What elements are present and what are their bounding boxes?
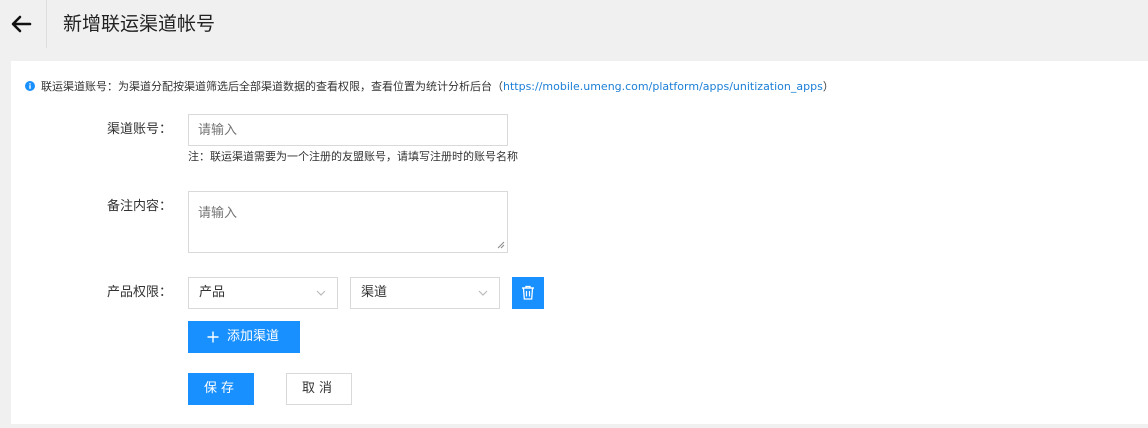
header-divider [46,0,47,48]
resize-handle-icon[interactable] [497,241,505,249]
chevron-down-icon [316,290,326,296]
back-button[interactable] [8,10,36,38]
channel-select-value: 渠道 [361,285,388,300]
add-channel-label: 添加渠道 [227,329,280,344]
account-hint: 注：联运渠道需要为一个注册的友盟账号，请填写注册时的账号名称 [188,150,518,163]
product-select[interactable]: 产品 [188,277,338,309]
notice-link[interactable]: https://mobile.umeng.com/platform/apps/u… [503,80,823,93]
plus-icon [207,331,219,343]
add-channel-button[interactable]: 添加渠道 [188,321,300,353]
permission-label: 产品权限： [106,285,172,300]
cancel-button[interactable]: 取消 [286,373,352,405]
channel-select[interactable]: 渠道 [350,277,500,309]
remark-label: 备注内容： [106,199,172,214]
trash-icon [522,285,534,300]
delete-permission-button[interactable] [512,277,544,309]
page-header: 新增联运渠道帐号 [0,0,1148,50]
form-card [11,61,1148,424]
chevron-down-icon [478,290,488,296]
info-icon [25,81,35,91]
product-select-value: 产品 [199,285,226,300]
notice-text: 联运渠道账号：为渠道分配按渠道筛选后全部渠道数据的查看权限，查看位置为统计分析后… [41,80,503,93]
remark-textarea[interactable] [188,191,508,253]
channel-account-input[interactable] [188,114,508,146]
account-label: 渠道账号： [106,122,172,137]
arrow-left-icon [11,15,32,33]
page-title: 新增联运渠道帐号 [63,13,216,35]
save-button[interactable]: 保存 [188,373,254,405]
notice-close-paren: ） [822,80,834,93]
info-notice: 联运渠道账号：为渠道分配按渠道筛选后全部渠道数据的查看权限，查看位置为统计分析后… [25,79,834,95]
